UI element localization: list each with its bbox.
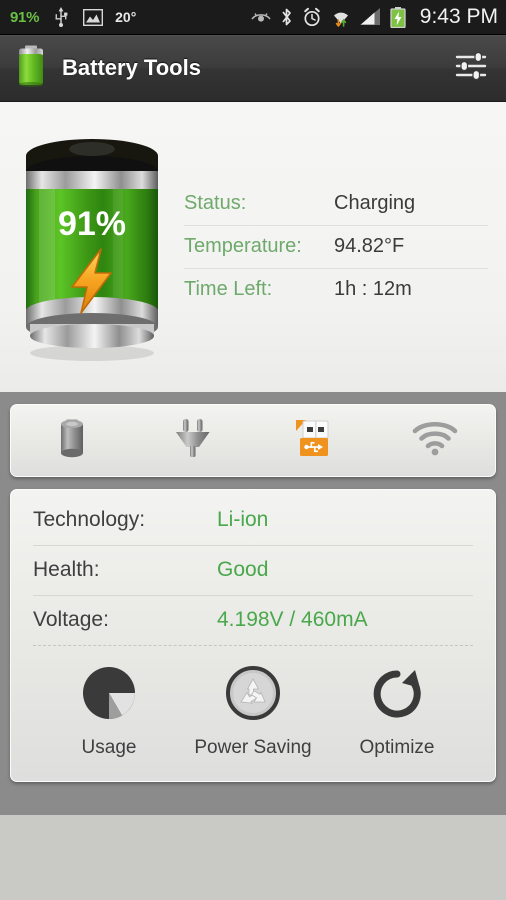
recycle-icon [224,664,282,727]
battery-graphic: 91% [6,131,178,363]
detail-row-voltage: Voltage: 4.198V / 460mA [33,596,473,646]
battery-charging-icon [390,6,406,28]
system-status-bar: 91% 20° 9:43 PM [0,0,506,35]
battery-icon [16,45,46,92]
battery-overview-section: 91% Status: Charging Temperature: 94.82°… [0,102,506,392]
power-source-card [10,404,496,477]
eye-off-icon [251,10,271,25]
pie-chart-icon [80,664,138,727]
usage-button[interactable]: Usage [37,664,181,759]
ac-plug-icon [171,416,215,465]
main-content-area: Technology: Li-ion Health: Good Voltage:… [0,392,506,815]
sliders-icon[interactable] [450,43,492,94]
battery-percent-text: 91% [58,205,126,243]
wifi-icon [411,419,459,462]
page-title: Battery Tools [62,55,201,80]
status-row-temperature: Temperature: 94.82°F [184,226,488,269]
optimize-label: Optimize [359,737,435,758]
status-label: Status: [184,192,247,214]
power-saving-label: Power Saving [194,737,312,758]
power-saving-button[interactable]: Power Saving [181,664,325,759]
usb-drive-icon [291,416,337,465]
status-value: Charging [334,192,416,214]
power-source-wifi[interactable] [374,405,495,476]
technology-value: Li-ion [217,508,269,531]
battery-details-card: Technology: Li-ion Health: Good Voltage:… [10,489,496,782]
status-row-status: Status: Charging [184,183,488,226]
voltage-value: 4.198V / 460mA [217,608,368,631]
status-bar-left: 91% 20° [10,7,136,27]
power-source-usb[interactable] [253,405,374,476]
app-action-bar: Battery Tools [0,35,506,102]
detail-row-health: Health: Good [33,546,473,596]
health-value: Good [217,558,269,581]
quick-actions-row: Usage Power Saving Optimize [33,646,473,781]
status-battery-percent: 91% [10,8,40,26]
time-left-value: 1h : 12m [334,278,412,300]
time-left-label: Time Left: [184,278,273,300]
temperature-value: 94.82°F [334,235,405,257]
voltage-label: Voltage: [33,608,109,631]
power-source-battery[interactable] [11,405,132,476]
app-root: 91% 20° 9:43 PM Battery Tools 91% Status… [0,0,506,900]
signal-icon [359,8,381,26]
health-label: Health: [33,558,100,581]
technology-label: Technology: [33,508,146,531]
status-row-time-left: Time Left: 1h : 12m [184,269,488,311]
usb-icon [53,7,69,27]
optimize-button[interactable]: Optimize [325,664,469,759]
status-temperature: 20° [115,9,137,25]
wifi-transfer-icon [331,8,351,27]
status-bar-right: 9:43 PM [251,5,498,29]
status-clock: 9:43 PM [419,5,498,28]
usage-label: Usage [81,737,137,758]
image-icon [83,8,104,26]
battery-source-icon [55,417,89,464]
refresh-icon [368,664,426,727]
power-source-ac[interactable] [132,405,253,476]
battery-status-table: Status: Charging Temperature: 94.82°F Ti… [184,183,488,311]
alarm-icon [302,7,322,27]
bluetooth-icon [280,7,293,27]
temperature-label: Temperature: [184,235,302,257]
detail-row-technology: Technology: Li-ion [33,496,473,546]
